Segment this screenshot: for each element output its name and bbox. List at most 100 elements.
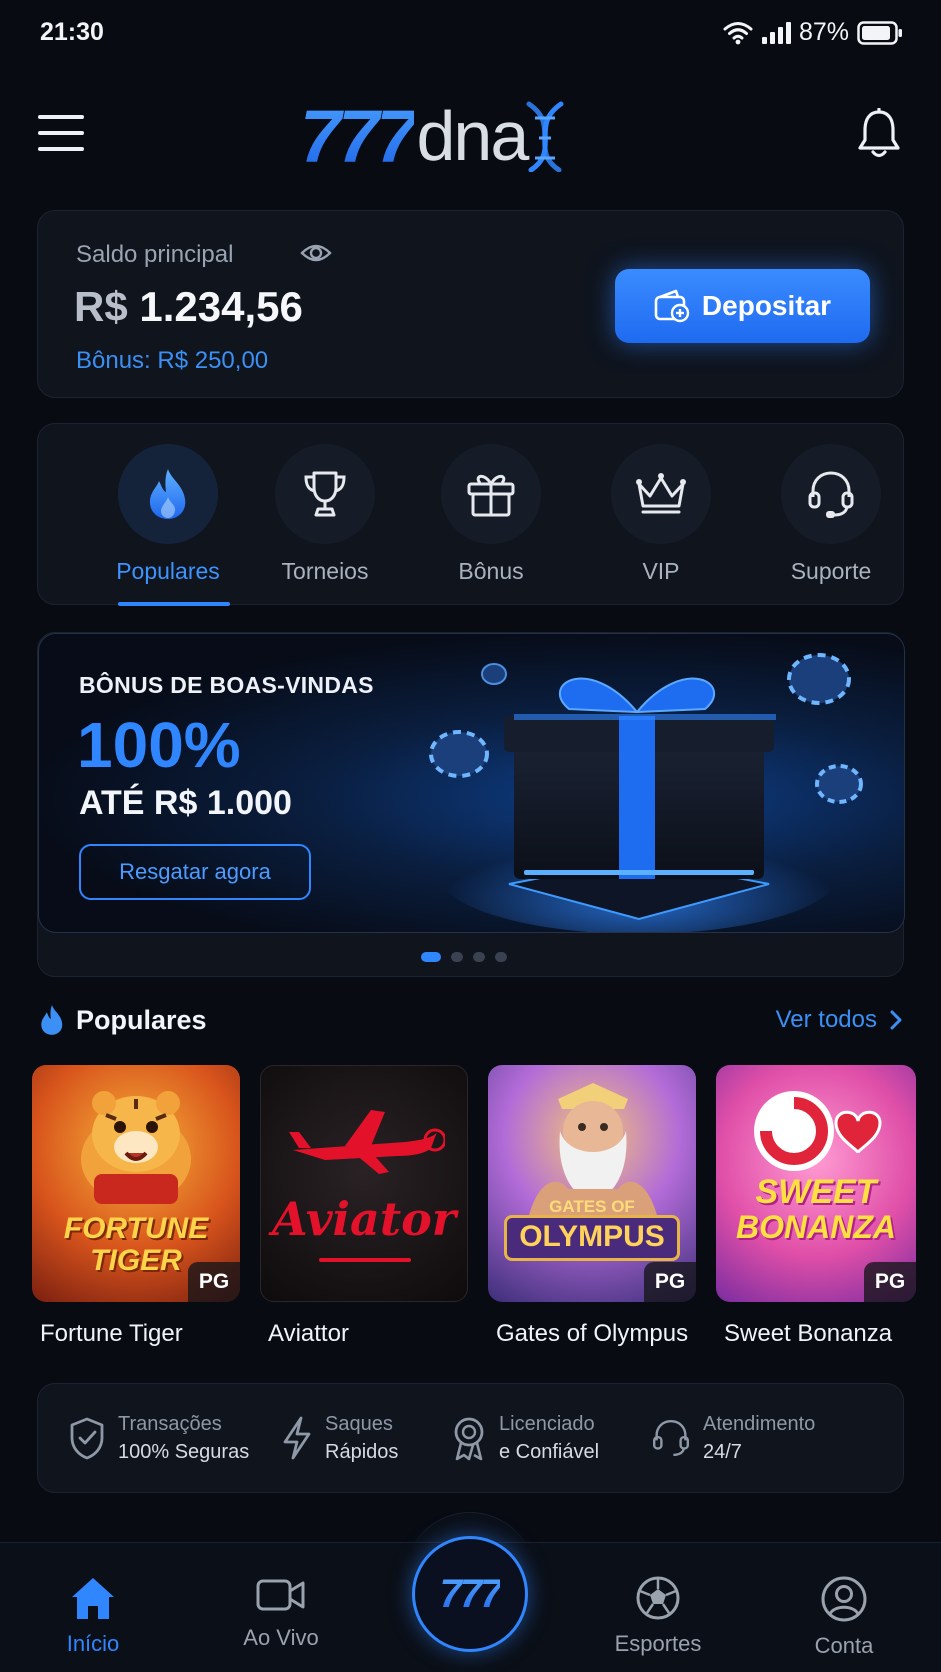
- game-art-title: Aviator: [272, 1192, 456, 1246]
- see-all-label: Ver todos: [775, 1006, 877, 1033]
- game-thumbnail: GATES OF OLYMPUS PG: [488, 1065, 696, 1302]
- status-time: 21:30: [40, 18, 104, 46]
- bell-icon[interactable]: [857, 108, 901, 160]
- fire-icon: [149, 469, 186, 519]
- promo-carousel: BÔNUS DE BOAS-VINDAS 100% ATÉ R$ 1.000 R…: [37, 632, 905, 977]
- game-name: Sweet Bonanza: [724, 1320, 893, 1347]
- banner-kicker: BÔNUS DE BOAS-VINDAS: [79, 672, 374, 698]
- trust-item-secure: Transações 100% Seguras: [38, 1410, 263, 1466]
- category-vip[interactable]: VIP: [591, 444, 731, 585]
- shield-check-icon: [70, 1417, 104, 1460]
- logo-number: 777: [300, 94, 417, 178]
- deposit-button[interactable]: Depositar: [615, 269, 870, 343]
- game-art-subtitle: GATES OF: [549, 1197, 635, 1216]
- battery-percent: 87%: [798, 18, 849, 46]
- nav-center-777-button[interactable]: 777: [412, 1536, 528, 1652]
- carousel-dots: [421, 952, 507, 962]
- balance-label: Saldo principal: [76, 241, 234, 268]
- game-art-title: OLYMPUS: [519, 1220, 665, 1253]
- claim-button[interactable]: Resgatar agora: [79, 844, 311, 900]
- carousel-dot[interactable]: [451, 952, 463, 962]
- nav-label: Início: [66, 1631, 120, 1656]
- logo-text: dna: [416, 97, 529, 175]
- nav-esportes[interactable]: Esportes: [593, 1575, 723, 1657]
- category-bonus[interactable]: Bônus: [421, 444, 561, 585]
- nav-conta[interactable]: Conta: [779, 1575, 909, 1659]
- gift-icon: [467, 474, 515, 517]
- category-bar: Populares Torneios Bônus VIP Suporte: [37, 423, 904, 606]
- category-label: Populares: [116, 558, 220, 584]
- user-icon: [821, 1576, 867, 1622]
- soccer-ball-icon: [636, 1576, 680, 1620]
- award-icon: [454, 1417, 484, 1461]
- game-card-fortune-tiger[interactable]: FORTUNE TIGER PG Fortune Tiger: [32, 1065, 240, 1348]
- balance-amount: R$ 1.234,56: [74, 283, 303, 331]
- trust-item-support: Atendimento 24/7: [633, 1410, 883, 1466]
- game-name: Fortune Tiger: [40, 1320, 183, 1347]
- nav-label: Esportes: [614, 1631, 702, 1656]
- carousel-dot[interactable]: [421, 952, 441, 962]
- trust-line2: e Confiável: [499, 1441, 600, 1463]
- game-art-subtitle: SWEET: [755, 1173, 877, 1211]
- section-title-text: Populares: [76, 1004, 207, 1035]
- headset-icon: [808, 471, 854, 518]
- trophy-icon: [304, 471, 346, 517]
- banner-percent: 100%: [77, 709, 241, 781]
- nav-label: Ao Vivo: [243, 1625, 319, 1650]
- category-label: VIP: [642, 558, 680, 584]
- chevron-right-icon: [890, 1010, 902, 1030]
- signal-icon: [761, 21, 791, 44]
- provider-badge: PG: [188, 1262, 240, 1302]
- fire-icon: [41, 1005, 63, 1035]
- game-card-gates-of-olympus[interactable]: GATES OF OLYMPUS PG Gates of Olympus: [488, 1065, 696, 1348]
- game-thumbnail: FORTUNE TIGER PG: [32, 1065, 240, 1302]
- carousel-dot[interactable]: [495, 952, 507, 962]
- trust-line2: 24/7: [703, 1441, 742, 1463]
- game-card-sweet-bonanza[interactable]: SWEET BONANZA PG Sweet Bonanza: [716, 1065, 916, 1348]
- nav-inicio[interactable]: Início: [28, 1575, 158, 1657]
- trust-line1: Saques: [325, 1413, 393, 1435]
- center-button-label: 777: [439, 1571, 503, 1616]
- game-name: Aviattor: [268, 1320, 349, 1347]
- trust-line2: 100% Seguras: [118, 1441, 250, 1463]
- game-card-aviator[interactable]: Aviator Aviattor: [260, 1065, 468, 1348]
- game-art-title: BONANZA: [736, 1209, 896, 1245]
- app-logo[interactable]: 777 dna: [300, 94, 569, 178]
- see-all-link[interactable]: Ver todos: [776, 1006, 903, 1034]
- category-label: Torneios: [281, 558, 369, 584]
- balance-value: 1.234,56: [139, 283, 303, 330]
- category-populares[interactable]: Populares: [98, 444, 238, 585]
- home-icon: [72, 1578, 114, 1619]
- trust-line1: Licenciado: [499, 1413, 595, 1435]
- banner-max-amount: ATÉ R$ 1.000: [79, 784, 292, 822]
- battery-icon: [857, 20, 902, 45]
- trust-line1: Atendimento: [703, 1413, 816, 1435]
- category-label: Bônus: [458, 558, 524, 584]
- airplane-icon: [289, 1110, 445, 1174]
- category-torneios[interactable]: Torneios: [255, 444, 395, 585]
- deposit-label: Depositar: [701, 290, 832, 321]
- currency-symbol: R$: [74, 283, 128, 330]
- candy-illustration: [754, 1091, 882, 1171]
- menu-button[interactable]: [38, 115, 84, 151]
- divider: [319, 1258, 411, 1262]
- lightning-icon: [283, 1416, 311, 1460]
- tiger-illustration: [81, 1091, 191, 1204]
- nav-label: Conta: [814, 1633, 874, 1658]
- provider-badge: PG: [864, 1262, 916, 1302]
- provider-badge: PG: [644, 1262, 696, 1302]
- category-label: Suporte: [790, 558, 872, 584]
- headset-icon: [653, 1419, 689, 1456]
- category-suporte[interactable]: Suporte: [761, 444, 901, 585]
- wallet-plus-icon: [654, 289, 690, 323]
- game-name: Gates of Olympus: [496, 1320, 689, 1347]
- dna-icon: [526, 101, 564, 172]
- welcome-bonus-banner[interactable]: BÔNUS DE BOAS-VINDAS 100% ATÉ R$ 1.000 R…: [38, 633, 905, 933]
- popular-games-list: FORTUNE TIGER PG Fortune Tiger Aviator A…: [32, 1065, 916, 1348]
- bonus-balance: Bônus: R$ 250,00: [76, 347, 269, 374]
- carousel-dot[interactable]: [473, 952, 485, 962]
- wifi-icon: [723, 21, 753, 44]
- trust-strip: Transações 100% Seguras Saques Rápidos Lic…: [37, 1383, 904, 1493]
- nav-ao-vivo[interactable]: Ao Vivo: [216, 1575, 346, 1651]
- eye-icon[interactable]: [300, 239, 332, 267]
